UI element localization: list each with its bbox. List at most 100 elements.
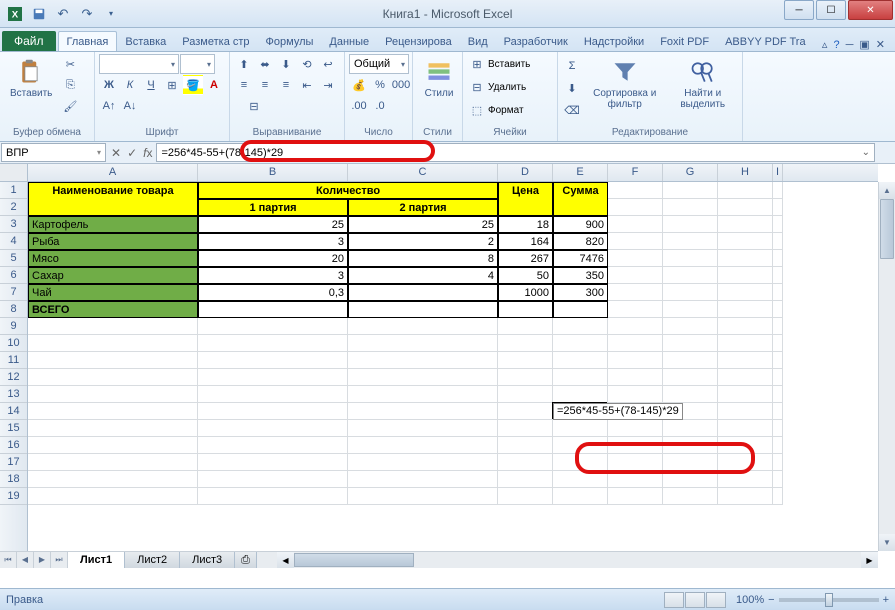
cell[interactable]	[553, 301, 608, 318]
cell[interactable]	[348, 488, 498, 505]
cell[interactable]	[718, 369, 773, 386]
column-header[interactable]: C	[348, 164, 498, 181]
row-header[interactable]: 18	[0, 471, 27, 488]
column-header[interactable]: G	[663, 164, 718, 181]
row-header[interactable]: 9	[0, 318, 27, 335]
cell[interactable]	[498, 454, 553, 471]
copy-icon[interactable]: ⎘	[60, 75, 80, 95]
cell-name[interactable]: Картофель	[28, 216, 198, 233]
tab-developer[interactable]: Разработчик	[496, 32, 576, 51]
cell[interactable]	[663, 216, 718, 233]
row-header[interactable]: 7	[0, 284, 27, 301]
cell[interactable]	[663, 233, 718, 250]
close-button[interactable]: ✕	[848, 0, 893, 20]
cell[interactable]	[718, 488, 773, 505]
cell[interactable]	[28, 437, 198, 454]
autosum-icon[interactable]: Σ	[562, 56, 582, 76]
column-header[interactable]: D	[498, 164, 553, 181]
font-name-combo[interactable]	[99, 54, 179, 74]
font-color-button[interactable]: A	[204, 75, 224, 95]
column-header[interactable]: F	[608, 164, 663, 181]
fill-color-button[interactable]: 🪣	[183, 75, 203, 95]
cell[interactable]	[608, 352, 663, 369]
new-sheet-icon[interactable]: ⎙	[235, 552, 257, 568]
font-size-combo[interactable]	[180, 54, 215, 74]
cell[interactable]	[348, 386, 498, 403]
row-header[interactable]: 15	[0, 420, 27, 437]
cell[interactable]	[198, 335, 348, 352]
cell[interactable]	[663, 454, 718, 471]
cell-sum[interactable]: 300	[553, 284, 608, 301]
cell[interactable]	[663, 267, 718, 284]
cell[interactable]	[663, 284, 718, 301]
cell[interactable]	[608, 335, 663, 352]
tab-home[interactable]: Главная	[58, 31, 118, 51]
cell[interactable]	[663, 199, 718, 216]
cell[interactable]	[608, 471, 663, 488]
cell[interactable]	[198, 369, 348, 386]
cell[interactable]	[198, 471, 348, 488]
insert-cells-icon[interactable]: ⊞	[467, 54, 487, 74]
zoom-level[interactable]: 100%	[736, 594, 764, 606]
doc-minimize-icon[interactable]: ─	[846, 39, 854, 51]
doc-close-icon[interactable]: ✕	[876, 38, 885, 51]
vertical-scrollbar[interactable]: ▲ ▼	[878, 182, 895, 551]
insert-cells-button[interactable]: Вставить	[488, 59, 530, 70]
header-price[interactable]: Цена	[498, 182, 553, 216]
cell[interactable]	[718, 250, 773, 267]
cell[interactable]	[498, 386, 553, 403]
cell-name[interactable]: Чай	[28, 284, 198, 301]
clear-icon[interactable]: ⌫	[562, 100, 582, 120]
align-center-icon[interactable]: ≡	[255, 75, 275, 95]
row-header[interactable]: 17	[0, 454, 27, 471]
cell[interactable]	[663, 250, 718, 267]
cell[interactable]	[498, 352, 553, 369]
select-all-corner[interactable]	[0, 164, 28, 182]
cell[interactable]	[28, 454, 198, 471]
scroll-down-icon[interactable]: ▼	[879, 534, 895, 551]
shrink-font-icon[interactable]: A↓	[120, 96, 140, 116]
cell[interactable]	[498, 420, 553, 437]
cell[interactable]	[718, 301, 773, 318]
tab-pagelayout[interactable]: Разметка стр	[174, 32, 257, 51]
redo-icon[interactable]: ↷	[76, 3, 98, 25]
cell[interactable]	[348, 454, 498, 471]
cell-price[interactable]: 267	[498, 250, 553, 267]
cell[interactable]	[718, 471, 773, 488]
undo-icon[interactable]: ↶	[52, 3, 74, 25]
cell[interactable]	[553, 318, 608, 335]
cell[interactable]	[348, 352, 498, 369]
cell[interactable]	[28, 386, 198, 403]
cell[interactable]	[28, 318, 198, 335]
cell[interactable]	[773, 471, 783, 488]
zoom-in-icon[interactable]: +	[883, 594, 889, 606]
align-right-icon[interactable]: ≡	[276, 75, 296, 95]
fill-icon[interactable]: ⬇	[562, 78, 582, 98]
cell[interactable]	[718, 454, 773, 471]
cell[interactable]	[718, 182, 773, 199]
find-select-button[interactable]: Найти и выделить	[667, 54, 738, 112]
zoom-slider[interactable]	[779, 598, 879, 602]
cell[interactable]	[718, 318, 773, 335]
format-painter-icon[interactable]: 🖌	[60, 96, 80, 116]
cell[interactable]	[498, 471, 553, 488]
row-header[interactable]: 12	[0, 369, 27, 386]
cell-name[interactable]: Рыба	[28, 233, 198, 250]
cell[interactable]	[198, 386, 348, 403]
qat-dropdown-icon[interactable]: ▾	[100, 3, 122, 25]
cell-sum[interactable]: 900	[553, 216, 608, 233]
cell[interactable]	[198, 318, 348, 335]
cell[interactable]	[718, 352, 773, 369]
cell-batch1[interactable]: 3	[198, 267, 348, 284]
cell[interactable]	[773, 250, 783, 267]
row-header[interactable]: 16	[0, 437, 27, 454]
scroll-left-icon[interactable]: ◀	[277, 552, 294, 568]
cell[interactable]	[348, 437, 498, 454]
format-cells-button[interactable]: Формат	[488, 105, 524, 116]
cell[interactable]	[663, 182, 718, 199]
cell[interactable]	[608, 216, 663, 233]
cell[interactable]	[553, 454, 608, 471]
cell[interactable]	[348, 301, 498, 318]
cell[interactable]	[718, 284, 773, 301]
hscroll-thumb[interactable]	[294, 553, 414, 567]
